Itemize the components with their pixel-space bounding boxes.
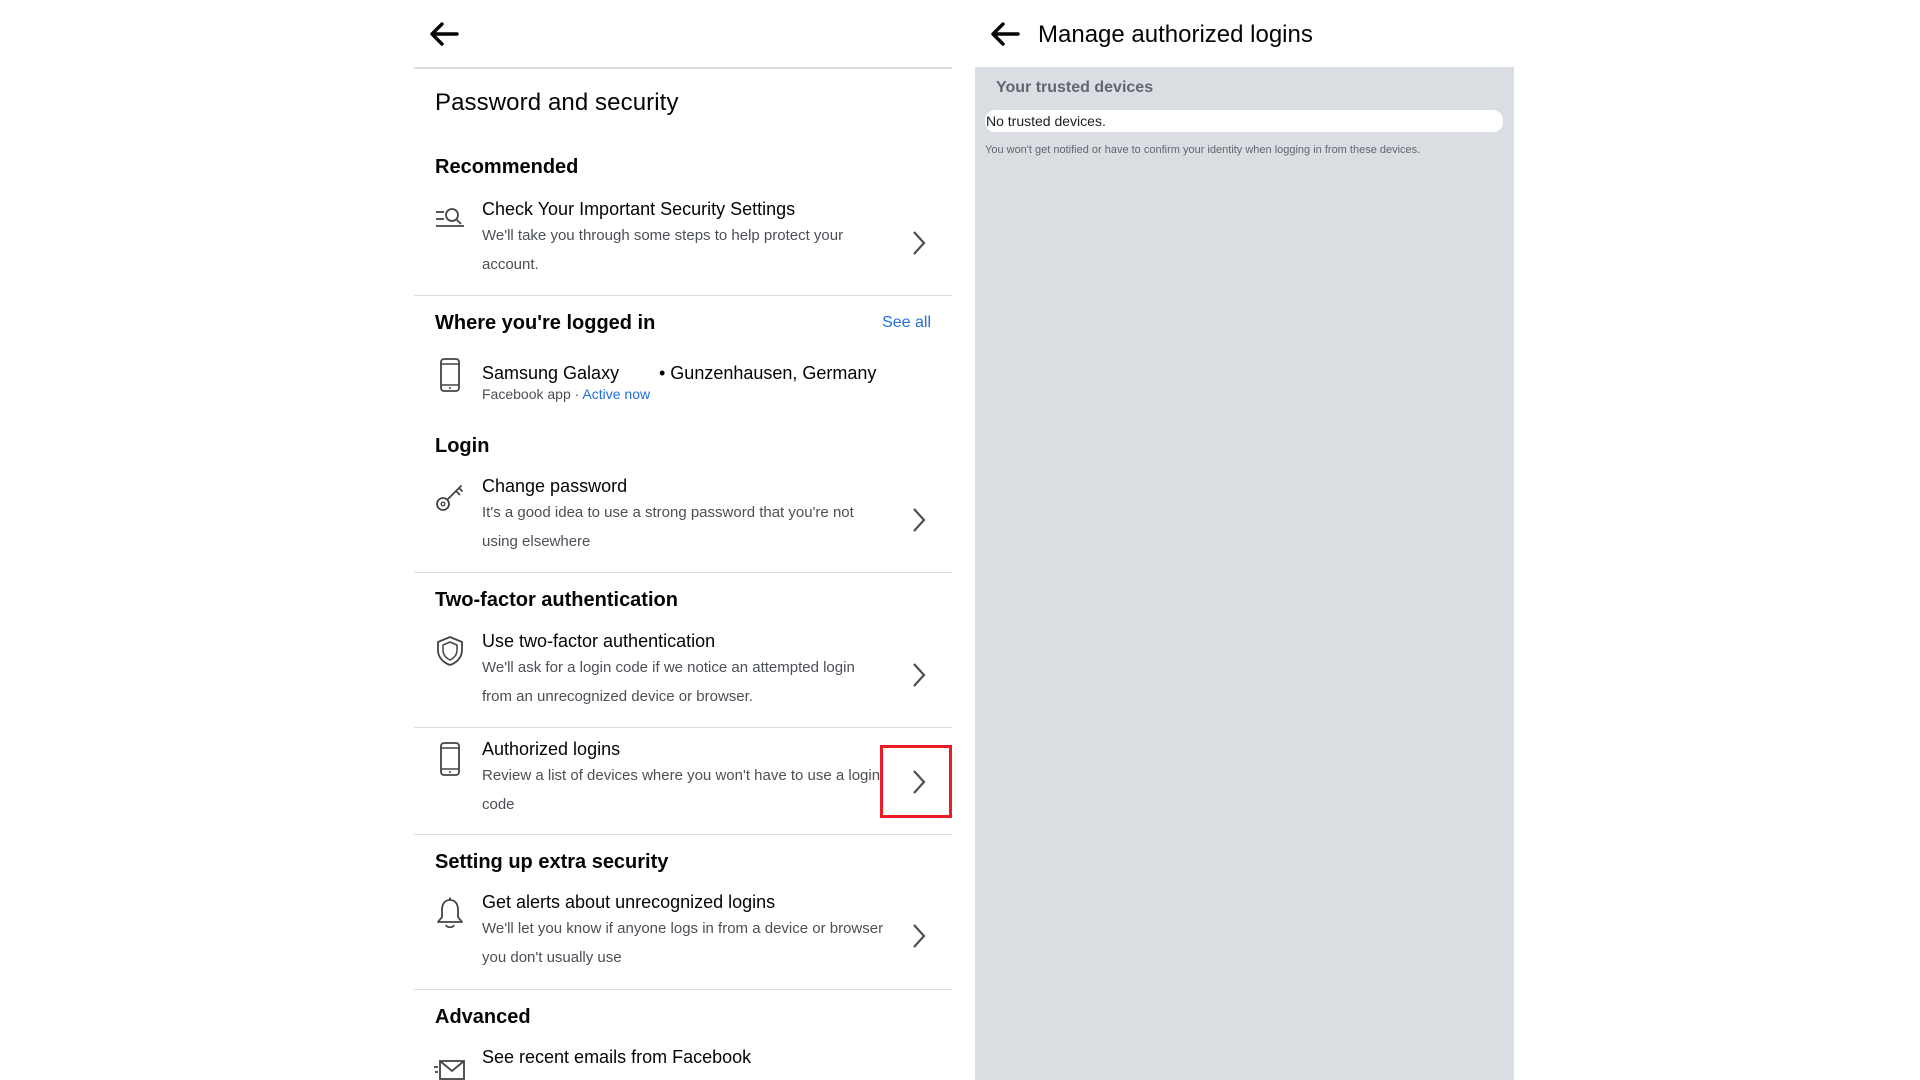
row-description-line: from an unrecognized device or browser. [482, 688, 753, 705]
password-security-panel: Password and security Recommended Check … [414, 0, 952, 1080]
mail-icon [434, 1053, 466, 1080]
row-title: Get alerts about unrecognized logins [482, 892, 776, 912]
row-description-line: account. [482, 256, 539, 273]
row-title: Use two-factor authentication [482, 631, 716, 651]
trusted-devices-label: Your trusted devices [996, 79, 1154, 96]
recent-emails-row[interactable]: See recent emails from Facebook [414, 1044, 952, 1080]
arrow-left-icon [991, 22, 1020, 46]
divider [414, 727, 952, 728]
page-title: Manage authorized logins [1038, 21, 1313, 48]
row-description: We'll let you know if anyone logs in fro… [482, 914, 912, 972]
row-description-line: We'll take you through some steps to hel… [482, 227, 844, 244]
row-description: We'll take you through some steps to hel… [482, 221, 902, 279]
chevron-right-icon[interactable] [908, 660, 930, 690]
row-description-line: code [482, 796, 515, 813]
section-title-advanced: Advanced [435, 1006, 531, 1028]
row-description-line: We'll ask for a login code if we notice … [482, 659, 855, 676]
trusted-devices-note: You won't get notified or have to confir… [985, 144, 1421, 156]
row-description-line: using elsewhere [482, 533, 591, 550]
use-two-factor-row[interactable]: Use two-factor authentication We'll ask … [414, 628, 952, 718]
see-all-link[interactable]: See all [882, 314, 931, 332]
row-title: Authorized logins [482, 739, 621, 759]
trusted-devices-section: Your trusted devices No trusted devices.… [975, 67, 1514, 1080]
check-security-settings-row[interactable]: Check Your Important Security Settings W… [414, 196, 952, 286]
chevron-right-icon[interactable] [908, 921, 930, 951]
row-title: Check Your Important Security Settings [482, 199, 796, 219]
divider [414, 295, 952, 296]
row-description: It's a good idea to use a strong passwor… [482, 498, 902, 556]
row-description-line: We'll let you know if anyone logs in fro… [482, 920, 884, 937]
active-now-status: Active now [582, 386, 651, 402]
row-description-line: It's a good idea to use a strong passwor… [482, 504, 854, 521]
phone-icon [434, 358, 466, 392]
trusted-devices-list: No trusted devices. [985, 110, 1503, 132]
device-name: Samsung Galaxy [482, 363, 620, 383]
search-list-icon [434, 204, 466, 236]
unrecognized-login-alerts-row[interactable]: Get alerts about unrecognized logins We'… [414, 889, 952, 979]
divider [414, 834, 952, 835]
logged-in-device-row[interactable]: Samsung Galaxy • Gunzenhausen, Germany F… [414, 355, 952, 409]
shield-icon [434, 635, 466, 667]
divider [414, 572, 952, 573]
phone-icon [434, 742, 466, 776]
page-title: Password and security [435, 89, 679, 116]
row-title: Change password [482, 476, 628, 496]
row-title: See recent emails from Facebook [482, 1047, 752, 1067]
highlight-box [880, 745, 952, 818]
back-button[interactable] [985, 14, 1025, 54]
device-location: • Gunzenhausen, Germany [659, 363, 877, 383]
top-bar [414, 0, 952, 69]
row-description-line: Review a list of devices where you won't… [482, 767, 881, 784]
change-password-row[interactable]: Change password It's a good idea to use … [414, 473, 952, 563]
key-icon [434, 481, 466, 513]
top-bar: Manage authorized logins [975, 0, 1514, 67]
row-description-line: you don't usually use [482, 949, 622, 966]
back-button[interactable] [424, 14, 464, 54]
row-description: Review a list of devices where you won't… [482, 761, 912, 819]
section-title-extra-security: Setting up extra security [435, 851, 669, 873]
divider [414, 989, 952, 990]
chevron-right-icon[interactable] [908, 228, 930, 258]
section-title-recommended: Recommended [435, 156, 579, 178]
device-app: Facebook app · [482, 386, 583, 402]
authorized-logins-row[interactable]: Authorized logins Review a list of devic… [414, 735, 952, 825]
manage-authorized-logins-panel: Manage authorized logins Your trusted de… [975, 0, 1514, 1080]
bell-icon [434, 897, 466, 929]
row-description: We'll ask for a login code if we notice … [482, 653, 902, 711]
section-title-two-factor: Two-factor authentication [435, 589, 678, 611]
device-subtitle: Facebook app · Active now [482, 386, 650, 402]
chevron-right-icon[interactable] [908, 505, 930, 535]
section-title-logged-in: Where you're logged in [435, 312, 656, 334]
arrow-left-icon [430, 22, 459, 46]
section-title-login: Login [435, 435, 490, 457]
